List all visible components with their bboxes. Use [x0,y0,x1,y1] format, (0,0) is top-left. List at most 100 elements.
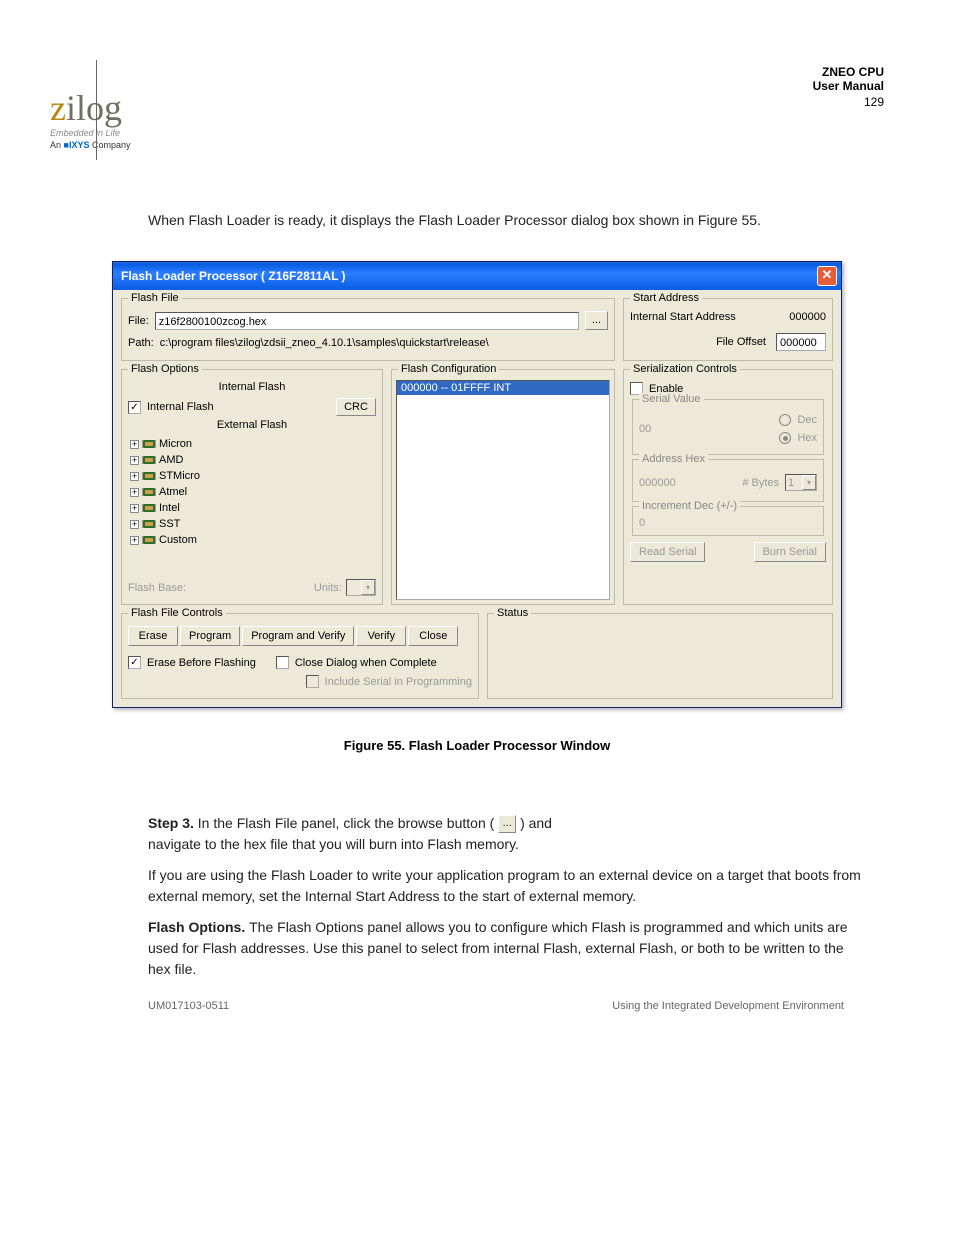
close-complete-label: Close Dialog when Complete [295,657,437,669]
chip-icon [142,438,156,450]
external-flash-tree[interactable]: +Micron+AMD+STMicro+Atmel+Intel+SST+Cust… [128,434,376,550]
tree-node[interactable]: + Custom [128,532,376,548]
isa-label: Internal Start Address [630,311,736,323]
flash-config-listbox[interactable]: 000000 -- 01FFFF INT [396,380,610,600]
internal-flash-header: Internal Flash [128,381,376,393]
address-hex-value: 000000 [639,477,676,489]
internal-flash-cb-label: Internal Flash [147,401,214,413]
dec-radio [779,414,791,426]
group-increment-label: Increment Dec (+/-) [639,500,740,512]
para1: If you are using the Flash Loader to wri… [148,865,864,907]
step3: Step 3. In the Flash File panel, click t… [148,813,864,855]
chip-icon [142,454,156,466]
group-serial-value-label: Serial Value [639,393,704,405]
erase-before-checkbox[interactable]: ✓ [128,656,141,669]
path-label: Path: [128,337,154,349]
expand-icon[interactable]: + [130,536,139,545]
group-increment: Increment Dec (+/-) 0 [632,506,824,536]
expand-icon[interactable]: + [130,504,139,513]
program-button[interactable]: Program [180,626,240,646]
group-serialization-label: Serialization Controls [630,363,740,375]
tree-node-label: STMicro [159,470,200,482]
chip-icon [142,518,156,530]
burn-serial-button: Burn Serial [754,542,826,562]
group-address-hex: Address Hex 000000 # Bytes 1▾ [632,459,824,502]
chip-icon [142,534,156,546]
isa-value: 000000 [789,311,826,323]
flash-config-item[interactable]: 000000 -- 01FFFF INT [397,381,609,395]
tree-node[interactable]: + STMicro [128,468,376,484]
header-code: ZNEO CPU [813,65,884,79]
header-title: User Manual [813,79,884,93]
flash-loader-window: Flash Loader Processor ( Z16F2811AL ) ✕ … [112,261,842,708]
page-number-top: 129 [813,95,884,109]
page-header-right: ZNEO CPU User Manual 129 [813,65,884,109]
group-status: Status [487,613,833,699]
path-value: c:\program files\zilog\zdsii_zneo_4.10.1… [160,334,608,352]
group-flash-options: Flash Options Internal Flash ✓ Internal … [121,369,383,605]
tree-node-label: AMD [159,454,183,466]
expand-icon[interactable]: + [130,488,139,497]
units-dropdown: ▾ [346,579,376,596]
footer-section: Using the Integrated Development Environ… [612,1000,844,1012]
figure-caption: Figure 55. Flash Loader Processor Window [40,738,914,753]
expand-icon[interactable]: + [130,440,139,449]
tree-node[interactable]: + Intel [128,500,376,516]
close-complete-checkbox[interactable] [276,656,289,669]
tree-node[interactable]: +Micron [128,436,376,452]
footer: UM017103-0511 Using the Integrated Devel… [148,1000,844,1012]
intro-para: When Flash Loader is ready, it displays … [148,210,864,231]
file-offset-label: File Offset [716,336,766,348]
erase-before-label: Erase Before Flashing [147,657,256,669]
crc-button[interactable]: CRC [336,398,376,416]
group-flash-file: Flash File File: z16f2800100zcog.hex ...… [121,298,615,361]
tree-node-label: Custom [159,534,197,546]
group-flash-file-controls: Flash File Controls Erase Program Progra… [121,613,479,699]
external-flash-header: External Flash [128,419,376,431]
window-title: Flash Loader Processor ( Z16F2811AL ) [121,269,346,283]
file-offset-input[interactable]: 000000 [776,333,826,351]
group-start-address-label: Start Address [630,292,702,304]
tree-node-label: SST [159,518,180,530]
chip-icon [142,486,156,498]
inline-browse-icon: ... [498,815,516,833]
group-address-hex-label: Address Hex [639,453,708,465]
file-label: File: [128,315,149,327]
tree-node-label: Intel [159,502,180,514]
tree-node[interactable]: + AMD [128,452,376,468]
chip-icon [142,470,156,482]
expand-icon[interactable]: + [130,520,139,529]
after-text: Step 3. In the Flash File panel, click t… [148,813,864,980]
window-titlebar[interactable]: Flash Loader Processor ( Z16F2811AL ) ✕ [113,262,841,290]
group-flash-config: Flash Configuration 000000 -- 01FFFF INT [391,369,615,605]
tree-node-label: Atmel [159,486,187,498]
intro-text: When Flash Loader is ready, it displays … [148,210,864,231]
tree-node[interactable]: + SST [128,516,376,532]
logo-subtitle: Embedded in Life [50,128,914,138]
increment-value: 0 [639,517,817,529]
group-ffc-label: Flash File Controls [128,607,226,619]
erase-button[interactable]: Erase [128,626,178,646]
program-verify-button[interactable]: Program and Verify [242,626,354,646]
bytes-dropdown: 1▾ [785,474,817,491]
include-serial-label: Include Serial in Programming [325,676,472,688]
browse-button[interactable]: ... [585,311,608,330]
close-icon[interactable]: ✕ [817,266,837,286]
para2: Flash Options. The Flash Options panel a… [148,917,864,980]
read-serial-button: Read Serial [630,542,705,562]
verify-button[interactable]: Verify [356,626,406,646]
internal-flash-checkbox[interactable]: ✓ [128,401,141,414]
dec-label: Dec [797,414,817,426]
logo-block: zilog Embedded in Life An ■IXYS Company [50,90,914,150]
expand-icon[interactable]: + [130,472,139,481]
group-serialization: Serialization Controls Enable Serial Val… [623,369,833,605]
close-button[interactable]: Close [408,626,458,646]
hex-radio [779,432,791,444]
serial-value-field: 00 [639,423,651,435]
group-serial-value: Serial Value 00 Dec Hex [632,399,824,455]
file-input[interactable]: z16f2800100zcog.hex [155,312,579,330]
expand-icon[interactable]: + [130,456,139,465]
logo-text: zilog [50,90,914,126]
tree-node[interactable]: + Atmel [128,484,376,500]
group-start-address: Start Address Internal Start Address 000… [623,298,833,361]
